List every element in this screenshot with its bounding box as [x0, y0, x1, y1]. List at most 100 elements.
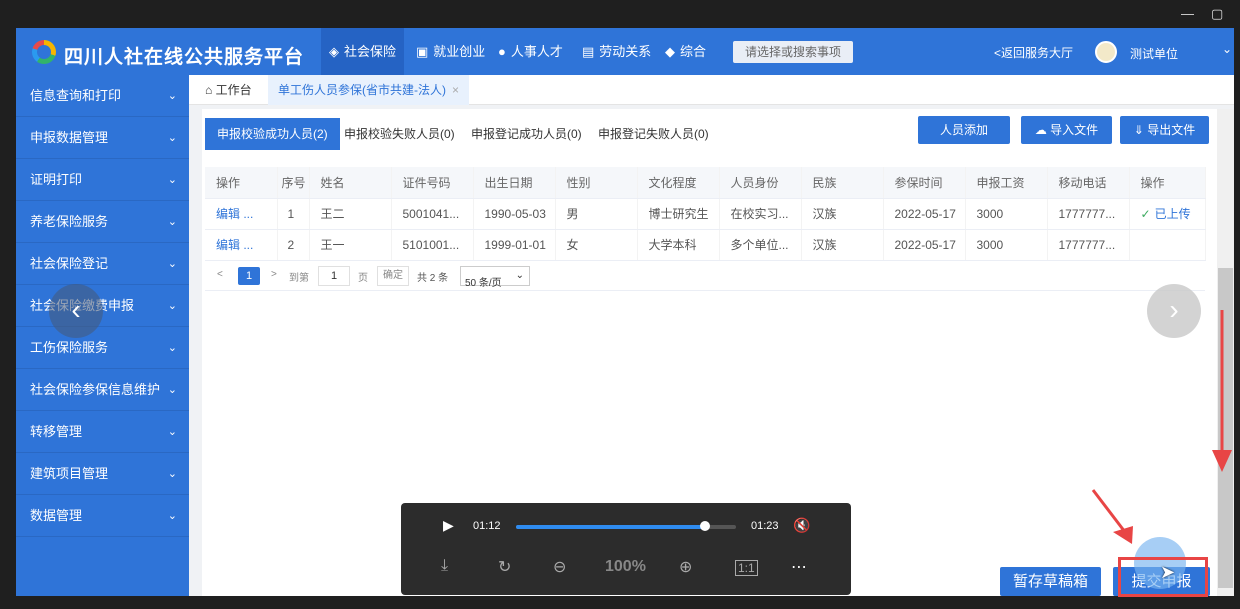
sidebar-item-declaration-data[interactable]: 申报数据管理 ⌄	[16, 117, 189, 159]
nav-hr-talent[interactable]: ● 人事人才	[498, 28, 563, 75]
chevron-down-icon: ⌄	[167, 300, 177, 312]
nav-social-insurance[interactable]: ◈ 社会保险	[321, 28, 405, 75]
site-title: 四川人社在线公共服务平台	[64, 47, 305, 68]
cloud-upload-icon: ☁	[1034, 123, 1051, 137]
progress-knob[interactable]	[700, 521, 711, 531]
page-tabs: ⌂ 工作台 单工伤人员参保(省市共建-法人) ×	[189, 75, 1234, 105]
nav-labor-relations[interactable]: ▤ 劳动关系	[582, 28, 651, 75]
subtab-register-failed[interactable]: 申报登记失败人员(0)	[586, 118, 721, 150]
column-header: 出生日期	[473, 167, 556, 199]
tab-injury-enrollment[interactable]: 单工伤人员参保(省市共建-法人) ×	[268, 75, 470, 105]
nav-general[interactable]: ◆ 综合	[665, 28, 706, 75]
sidebar-item-label: 工伤保险服务	[30, 340, 109, 355]
back-to-hall-link[interactable]: <返回服务大厅	[994, 44, 1073, 61]
table-cell: 2	[277, 229, 310, 261]
play-icon[interactable]: ▶	[443, 517, 454, 534]
table-header-row: 操作 序号 姓名 证件号码 出生日期 性别 文化程度 人员身份 民族 参保时间 …	[205, 167, 1206, 199]
briefcase-icon: ▣	[416, 44, 429, 59]
table-row: 编辑 ... 1 王二 5001041... 1990-05-03 男 博士研究…	[205, 198, 1206, 230]
add-person-button[interactable]: 人员添加	[918, 116, 1010, 144]
nav-employment[interactable]: ▣ 就业创业	[416, 28, 485, 75]
sidebar-item-insurance-registration[interactable]: 社会保险登记 ⌄	[16, 243, 189, 285]
sidebar-item-pension[interactable]: 养老保险服务 ⌄	[16, 201, 189, 243]
search-input[interactable]: 请选择或搜索事项	[733, 41, 853, 63]
close-icon[interactable]: ×	[452, 83, 459, 97]
save-draft-button[interactable]: 暂存草稿箱	[1000, 567, 1101, 596]
column-header: 证件号码	[391, 167, 474, 199]
avatar[interactable]	[1095, 41, 1117, 63]
download-icon[interactable]: ⤓	[441, 557, 448, 575]
edit-link[interactable]: 编辑 ...	[205, 198, 278, 230]
more-icon[interactable]: ⋯	[791, 557, 807, 577]
tab-workbench[interactable]: ⌂ 工作台	[195, 75, 262, 105]
chevron-down-icon: ⌄	[167, 174, 177, 186]
button-label: 导入文件	[1050, 123, 1099, 137]
zoom-out-icon[interactable]: ⊖	[553, 557, 566, 577]
sidebar-item-data-management[interactable]: 数据管理 ⌄	[16, 495, 189, 537]
column-header: 姓名	[309, 167, 392, 199]
sidebar-item-info-query[interactable]: 信息查询和打印 ⌄	[16, 75, 189, 117]
table-cell: 女	[555, 229, 638, 261]
nav-label: 人事人才	[510, 44, 563, 59]
layers-icon: ◆	[665, 44, 675, 59]
total-count: 共 2 条	[417, 273, 449, 284]
rotate-icon[interactable]: ↻	[498, 557, 511, 577]
maximize-icon[interactable]: ▢	[1211, 6, 1223, 22]
table-cell: 1777777...	[1047, 229, 1130, 261]
sidebar-item-label: 转移管理	[30, 424, 83, 439]
page-number-input[interactable]: 1	[318, 266, 350, 286]
progress-fill	[516, 525, 706, 529]
cursor-icon: ➤	[1160, 562, 1176, 582]
sidebar-item-injury-insurance[interactable]: 工伤保险服务 ⌄	[16, 327, 189, 369]
chevron-down-icon[interactable]: ⌄	[1222, 42, 1232, 56]
upload-status: ✓ 已上传	[1129, 198, 1206, 230]
sidebar-item-label: 社会保险登记	[30, 256, 109, 271]
sidebar-item-transfer[interactable]: 转移管理 ⌄	[16, 411, 189, 453]
table-cell: 在校实习...	[719, 198, 802, 230]
pagination: < 1 > 到第 1 页 确定 共 2 条 50 条/页 ⌄	[205, 261, 1205, 291]
next-page-icon[interactable]: >	[271, 269, 277, 280]
current-time: 01:12	[473, 520, 501, 532]
column-header: 移动电话	[1047, 167, 1130, 199]
subtab-check-failed[interactable]: 申报校验失败人员(0)	[332, 118, 467, 150]
subtab-register-success[interactable]: 申报登记成功人员(0)	[459, 118, 594, 150]
red-arrow-down-head	[1212, 450, 1232, 472]
subtab-check-success[interactable]: 申报校验成功人员(2)	[205, 118, 340, 150]
table-cell: 3000	[965, 198, 1048, 230]
sidebar-item-insured-info[interactable]: 社会保险参保信息维护 ⌄	[16, 369, 189, 411]
page-size-value: 50 条/页	[465, 278, 502, 289]
sidebar-item-construction[interactable]: 建筑项目管理 ⌄	[16, 453, 189, 495]
page-confirm-button[interactable]: 确定	[377, 266, 409, 286]
edit-link[interactable]: 编辑 ...	[205, 229, 278, 261]
chevron-down-icon: ⌄	[515, 270, 524, 281]
nav-label: 综合	[680, 44, 707, 59]
zoom-in-icon[interactable]: ⊕	[679, 557, 692, 577]
document-icon: ▤	[582, 44, 595, 59]
page-button-current[interactable]: 1	[238, 267, 260, 285]
import-file-button[interactable]: ☁ 导入文件	[1021, 116, 1112, 144]
column-header: 操作	[1129, 167, 1206, 199]
page-size-select[interactable]: 50 条/页 ⌄	[460, 266, 530, 289]
table-cell: 男	[555, 198, 638, 230]
sidebar-item-label: 申报数据管理	[30, 130, 109, 145]
progress-bar[interactable]	[516, 521, 736, 531]
table-cell: 3000	[965, 229, 1048, 261]
export-file-button[interactable]: ⇓ 导出文件	[1120, 116, 1209, 144]
sidebar-item-certificate-print[interactable]: 证明打印 ⌄	[16, 159, 189, 201]
table-cell: 5001041...	[391, 198, 474, 230]
minimize-icon[interactable]: —	[1181, 6, 1194, 21]
download-icon: ⇓	[1133, 123, 1148, 137]
column-header: 性别	[555, 167, 638, 199]
mute-icon[interactable]: 🔇	[793, 517, 810, 534]
sidebar-item-label: 养老保险服务	[30, 214, 109, 229]
actual-size-icon[interactable]: 1:1	[735, 560, 758, 576]
chevron-down-icon: ⌄	[167, 384, 177, 396]
user-name[interactable]: 测试单位	[1130, 45, 1178, 62]
annotation-arrows	[1091, 310, 1232, 544]
chevron-down-icon: ⌄	[167, 468, 177, 480]
table-cell: 博士研究生	[637, 198, 720, 230]
prev-page-icon[interactable]: <	[217, 269, 223, 280]
table-cell: 1777777...	[1047, 198, 1130, 230]
previous-arrow-icon[interactable]: ‹	[49, 284, 103, 338]
chevron-down-icon: ⌄	[167, 216, 177, 228]
